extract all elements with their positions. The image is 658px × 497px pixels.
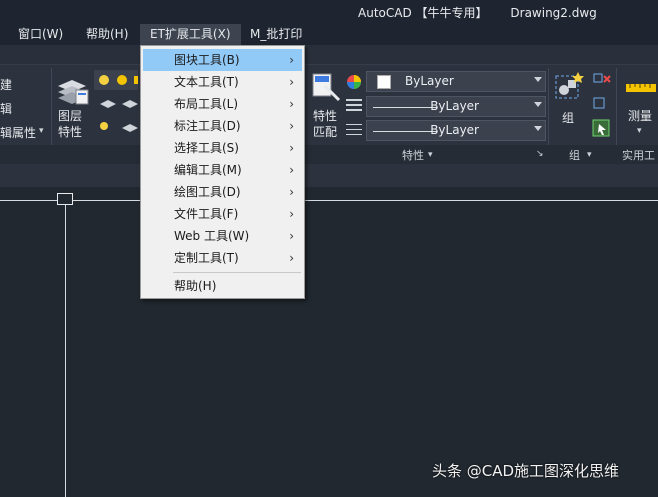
menu-item-modify-tools[interactable]: 编辑工具(M) › (143, 159, 302, 181)
color-combo-value: ByLayer (405, 74, 454, 88)
chevron-down-icon[interactable]: ▾ (587, 150, 592, 160)
chevron-down-icon (534, 126, 542, 131)
chevron-right-icon: › (289, 185, 294, 199)
chevron-right-icon: › (289, 119, 294, 133)
line-sample (373, 107, 437, 108)
ribbon-edit-attribute-fragment[interactable]: 辑属性 (0, 124, 36, 141)
menu-window[interactable]: 窗口(W) (14, 24, 67, 45)
linetype-combo[interactable]: ByLayer (366, 120, 546, 141)
lineweight-combo-value: ByLayer (430, 99, 479, 113)
groups-panel-title[interactable]: 组 (569, 147, 580, 163)
chevron-down-icon[interactable]: ▾ (428, 150, 433, 160)
match-properties-line2: 匹配 (313, 125, 338, 139)
menu-item-help[interactable]: 帮助(H) (143, 275, 302, 297)
measure-button-label[interactable]: 测量 (628, 108, 652, 124)
dialog-launcher-icon[interactable]: ↘ (536, 149, 544, 159)
group-button-label[interactable]: 组 (562, 110, 574, 126)
match-properties-icon[interactable] (311, 72, 343, 104)
menu-et-extension-tools[interactable]: ET扩展工具(X) (140, 24, 241, 45)
menu-item-layout-tools[interactable]: 布局工具(L) › (143, 93, 302, 115)
drawing-line-horizontal (0, 200, 658, 201)
menu-item-label: 文件工具(F) (174, 207, 239, 221)
menu-item-label: 定制工具(T) (174, 251, 239, 265)
color-wheel-icon[interactable] (346, 74, 362, 90)
menu-item-label: 图块工具(B) (174, 53, 240, 67)
lineweight-combo[interactable]: ByLayer (366, 96, 546, 117)
ribbon-create-fragment[interactable]: 建 (0, 76, 12, 93)
color-combo[interactable]: ByLayer (366, 71, 546, 92)
menu-batch-print[interactable]: M_批打印 (246, 24, 306, 45)
menu-item-customize-tools[interactable]: 定制工具(T) › (143, 247, 302, 269)
layer-properties-line2: 特性 (58, 125, 83, 139)
chevron-right-icon: › (289, 251, 294, 265)
menu-item-label: 标注工具(D) (174, 119, 241, 133)
linetype-icon[interactable] (346, 123, 362, 137)
chevron-right-icon: › (289, 163, 294, 177)
chevron-right-icon: › (289, 229, 294, 243)
color-swatch (377, 75, 391, 89)
menu-item-label: 绘图工具(D) (174, 185, 241, 199)
ruler-icon[interactable] (626, 84, 656, 94)
et-tools-dropdown: 图块工具(B) › 文本工具(T) › 布局工具(L) › 标注工具(D) › … (140, 45, 305, 299)
menu-item-label: 选择工具(S) (174, 141, 239, 155)
line-sample (373, 131, 437, 132)
chevron-right-icon: › (289, 75, 294, 89)
chevron-right-icon: › (289, 53, 294, 67)
utilities-panel-title[interactable]: 实用工 (622, 147, 655, 163)
layer-properties-icon[interactable] (56, 72, 90, 106)
menu-item-selection-tools[interactable]: 选择工具(S) › (143, 137, 302, 159)
group-icon[interactable] (554, 72, 584, 102)
chevron-right-icon: › (289, 97, 294, 111)
menu-bar: 窗口(W) 帮助(H) ET扩展工具(X) M_批打印 (0, 24, 658, 45)
chevron-right-icon: › (289, 141, 294, 155)
window-title: AutoCAD 【牛牛专用】 Drawing2.dwg (358, 6, 597, 20)
lineweight-icon[interactable] (346, 98, 362, 112)
menu-item-draw-tools[interactable]: 绘图工具(D) › (143, 181, 302, 203)
drawing-line-vertical (65, 200, 66, 497)
menu-item-text-tools[interactable]: 文本工具(T) › (143, 71, 302, 93)
menu-item-label: 文本工具(T) (174, 75, 239, 89)
file-tab-bar (0, 165, 658, 187)
chevron-down-icon[interactable]: ▾ (39, 126, 44, 136)
match-properties-label[interactable]: 特性 匹配 (313, 108, 337, 140)
grip-handle[interactable] (57, 193, 73, 205)
layer-properties-line1: 图层 (58, 109, 83, 123)
chevron-down-icon[interactable]: ▾ (637, 126, 642, 136)
properties-panel-title[interactable]: 特性 (402, 147, 424, 163)
menu-item-block-tools[interactable]: 图块工具(B) › (143, 49, 302, 71)
ribbon-tab-strip (0, 45, 658, 65)
menu-help[interactable]: 帮助(H) (82, 24, 132, 45)
group-tools-icons[interactable] (592, 72, 612, 140)
chevron-down-icon (534, 102, 542, 107)
menu-separator (173, 272, 301, 273)
menu-item-file-tools[interactable]: 文件工具(F) › (143, 203, 302, 225)
match-properties-line1: 特性 (313, 109, 338, 123)
menu-item-label: 编辑工具(M) (174, 163, 242, 177)
chevron-down-icon (534, 77, 542, 82)
panel-title-bar (0, 145, 658, 164)
linetype-combo-value: ByLayer (430, 123, 479, 137)
drawing-canvas[interactable] (0, 187, 658, 497)
menu-item-label: Web 工具(W) (174, 229, 250, 243)
menu-item-label: 帮助(H) (174, 279, 217, 293)
menu-item-dimension-tools[interactable]: 标注工具(D) › (143, 115, 302, 137)
layer-properties-label[interactable]: 图层 特性 (58, 108, 82, 140)
chevron-right-icon: › (289, 207, 294, 221)
watermark-text: 头条 @CAD施工图深化思维 (432, 462, 620, 480)
ribbon-edit-fragment[interactable]: 辑 (0, 100, 12, 117)
layer-tools-icons[interactable] (94, 70, 138, 140)
menu-item-web-tools[interactable]: Web 工具(W) › (143, 225, 302, 247)
menu-item-label: 布局工具(L) (174, 97, 239, 111)
title-bar: AutoCAD 【牛牛专用】 Drawing2.dwg (0, 0, 658, 24)
